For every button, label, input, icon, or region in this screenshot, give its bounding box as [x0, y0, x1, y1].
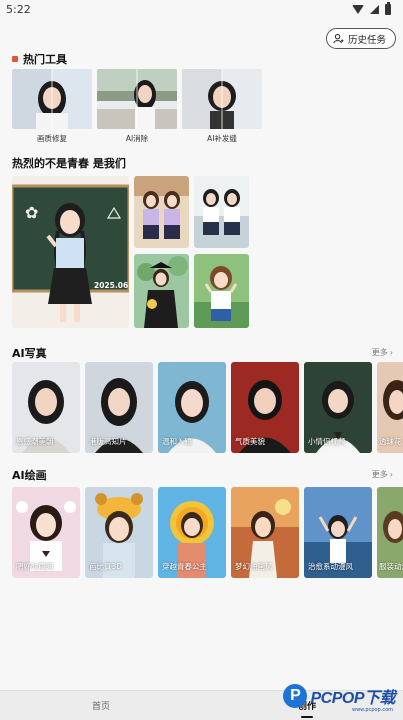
ai-drawing-more-label: 更多 [371, 470, 388, 479]
portrait-card-6-label: 透球花 [379, 437, 402, 446]
drawing-card-5[interactable]: 治愈系动漫风 [304, 487, 372, 578]
user-history-icon [333, 33, 344, 44]
drawing-card-1[interactable]: 嗯好时雨网 [12, 487, 80, 578]
drawing-card-2[interactable]: 芭比真3D [85, 487, 153, 578]
svg-text:✿: ✿ [25, 203, 38, 222]
portrait-card-4-label: 气质美貌 [235, 437, 265, 446]
portrait-card-6[interactable]: 透球花 [377, 362, 403, 453]
tool-quality-restore-image [12, 69, 92, 129]
tool-ai-erase-label: AI消除 [125, 134, 149, 143]
tool-ai-hair-fill-image [182, 69, 262, 129]
pcpop-watermark: P PCPOP下载 [283, 684, 395, 708]
youth-title: 热烈的不是青春 是我们 [12, 157, 126, 170]
youth-image-3[interactable] [194, 176, 249, 248]
ai-portrait-header: AI写真 [12, 345, 47, 361]
wifi-icon [352, 4, 364, 14]
drawing-card-2-label: 芭比真3D [89, 562, 123, 571]
youth-main-image[interactable]: ✿ 2025.06 [12, 176, 129, 328]
drawing-card-3[interactable]: 穿越青春公主 [158, 487, 226, 578]
status-time: 5:22 [6, 2, 31, 16]
ai-portrait-more-label: 更多 [371, 348, 388, 357]
chalkboard-date: 2025.06 [94, 281, 128, 290]
history-tasks-label: 历史任务 [347, 34, 386, 46]
portrait-card-2[interactable]: 港版高知片 [85, 362, 153, 453]
tool-quality-restore[interactable]: 画质修复 [12, 69, 92, 144]
tab-active-indicator [301, 716, 313, 718]
portrait-card-2-label: 港版高知片 [89, 437, 127, 446]
portrait-card-1-label: 恩感潮美朝 [16, 437, 54, 446]
youth-header: 热烈的不是青春 是我们 [12, 155, 126, 171]
drawing-card-1-label: 嗯好时雨网 [16, 562, 54, 571]
drawing-card-4-label: 梦幻油画风 [235, 562, 273, 571]
portrait-card-5-label: 小情侣视频 [308, 437, 346, 446]
youth-image-2[interactable] [134, 176, 189, 248]
drawing-card-6[interactable]: 服装动漫 [377, 487, 403, 578]
pcpop-watermark-url: www.pcpop.com [352, 707, 393, 713]
tab-home[interactable]: 首页 [92, 699, 110, 712]
tool-ai-erase[interactable]: AI消除 [97, 69, 177, 144]
tool-quality-restore-label: 画质修复 [37, 134, 67, 143]
ai-drawing-title: AI绘画 [12, 469, 47, 482]
chevron-right-icon: › [389, 348, 393, 357]
tool-ai-hair-fill-label: AI补发缝 [207, 134, 237, 143]
ai-drawing-more-link[interactable]: 更多 › [372, 469, 393, 480]
history-tasks-button[interactable]: 历史任务 [325, 28, 396, 49]
ai-portrait-more-link[interactable]: 更多 › [372, 347, 393, 358]
status-bar: 5:22 [0, 0, 403, 18]
ai-drawing-header: AI绘画 [12, 467, 47, 483]
chevron-right-icon: › [389, 470, 393, 479]
battery-icon [385, 1, 391, 15]
drawing-card-6-label: 服装动漫 [379, 562, 403, 571]
youth-image-4[interactable] [134, 254, 189, 328]
portrait-card-1[interactable]: 恩感潮美朝 [12, 362, 80, 453]
hot-tools-header: 热门工具 [12, 51, 67, 67]
pcpop-watermark-text: PCPOP下载 [310, 690, 395, 707]
portrait-card-5[interactable]: 小情侣视频 [304, 362, 372, 453]
hot-tools-title: 热门工具 [23, 53, 67, 66]
section-marker-icon [12, 56, 18, 62]
youth-image-5[interactable] [194, 254, 249, 328]
drawing-card-5-label: 治愈系动漫风 [308, 562, 353, 571]
tool-ai-hair-fill[interactable]: AI补发缝 [182, 69, 262, 144]
portrait-card-3[interactable]: 温和入镜 [158, 362, 226, 453]
pcpop-logo-icon: P [283, 684, 308, 708]
portrait-card-3-label: 温和入镜 [162, 437, 192, 446]
portrait-card-4[interactable]: 气质美貌 [231, 362, 299, 453]
signal-icon [370, 4, 379, 14]
tool-ai-erase-image [97, 69, 177, 129]
status-icons [352, 1, 391, 15]
ai-portrait-title: AI写真 [12, 347, 47, 360]
drawing-card-3-label: 穿越青春公主 [162, 562, 207, 571]
drawing-card-4[interactable]: 梦幻油画风 [231, 487, 299, 578]
